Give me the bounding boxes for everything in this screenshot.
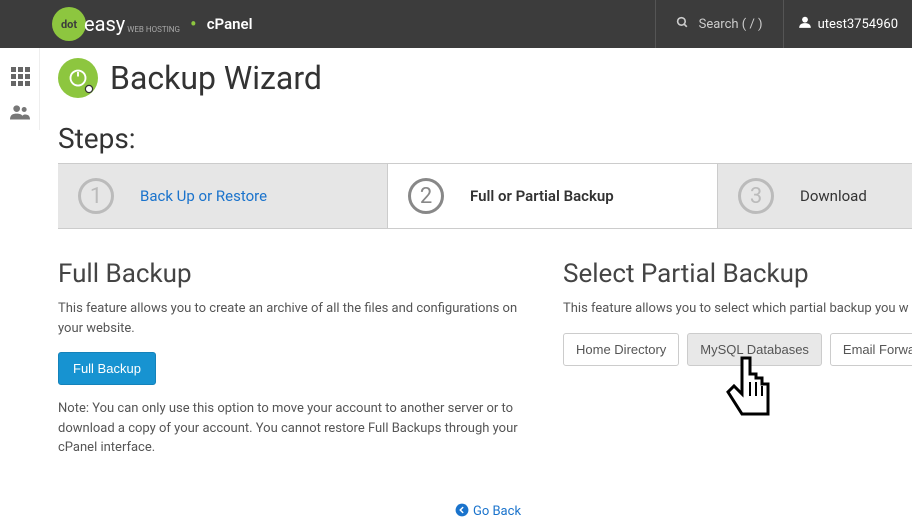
step-label: Full or Partial Backup bbox=[470, 187, 614, 205]
step-3[interactable]: 3 Download bbox=[718, 164, 912, 228]
page-title: Backup Wizard bbox=[110, 59, 322, 97]
full-backup-heading: Full Backup bbox=[58, 259, 533, 289]
search-icon bbox=[676, 16, 689, 33]
steps-bar: 1 Back Up or Restore 2 Full or Partial B… bbox=[58, 163, 912, 229]
full-backup-section: Full Backup This feature allows you to c… bbox=[58, 259, 563, 472]
backup-wizard-icon bbox=[58, 58, 98, 98]
full-backup-button[interactable]: Full Backup bbox=[58, 352, 156, 385]
go-back-row: Go Back bbox=[58, 502, 912, 521]
arrow-left-icon bbox=[455, 503, 469, 521]
step-number: 2 bbox=[408, 178, 444, 214]
full-backup-desc: This feature allows you to create an arc… bbox=[58, 299, 533, 338]
logo-circle: dot bbox=[52, 7, 86, 41]
sidebar bbox=[0, 48, 40, 130]
step-number: 3 bbox=[738, 178, 774, 214]
search-placeholder: Search ( / ) bbox=[699, 17, 763, 32]
go-back-label: Go Back bbox=[473, 504, 521, 519]
logo-sublabel: WEB HOSTING bbox=[127, 25, 180, 34]
step-label: Back Up or Restore bbox=[140, 187, 267, 205]
step-2[interactable]: 2 Full or Partial Backup bbox=[388, 164, 718, 228]
home-directory-button[interactable]: Home Directory bbox=[563, 333, 679, 366]
partial-backup-desc: This feature allows you to select which … bbox=[563, 299, 912, 319]
sidebar-apps-icon[interactable] bbox=[0, 58, 40, 94]
email-forwarders-button[interactable]: Email Forward bbox=[830, 333, 912, 366]
step-label: Download bbox=[800, 187, 867, 205]
sidebar-users-icon[interactable] bbox=[0, 94, 40, 130]
logo-area[interactable]: dot easy WEB HOSTING • cPanel bbox=[0, 7, 253, 41]
cpanel-label: cPanel bbox=[207, 15, 253, 33]
mysql-databases-button[interactable]: MySQL Databases bbox=[687, 333, 822, 366]
step-1[interactable]: 1 Back Up or Restore bbox=[58, 164, 388, 228]
user-menu[interactable]: utest3754960 bbox=[783, 0, 912, 48]
partial-backup-section: Select Partial Backup This feature allow… bbox=[563, 259, 912, 472]
topbar: dot easy WEB HOSTING • cPanel Search ( /… bbox=[0, 0, 912, 48]
partial-backup-heading: Select Partial Backup bbox=[563, 259, 912, 289]
logo-suffix: easy bbox=[84, 12, 125, 36]
user-icon bbox=[798, 15, 812, 33]
username: utest3754960 bbox=[818, 17, 898, 32]
step-number: 1 bbox=[78, 178, 114, 214]
search-box[interactable]: Search ( / ) bbox=[655, 0, 783, 48]
full-backup-note: Note: You can only use this option to mo… bbox=[58, 399, 533, 458]
steps-heading: Steps: bbox=[58, 122, 912, 155]
go-back-link[interactable]: Go Back bbox=[455, 503, 521, 521]
main-content: Backup Wizard Steps: 1 Back Up or Restor… bbox=[0, 48, 912, 521]
logo-separator: • bbox=[190, 12, 197, 36]
